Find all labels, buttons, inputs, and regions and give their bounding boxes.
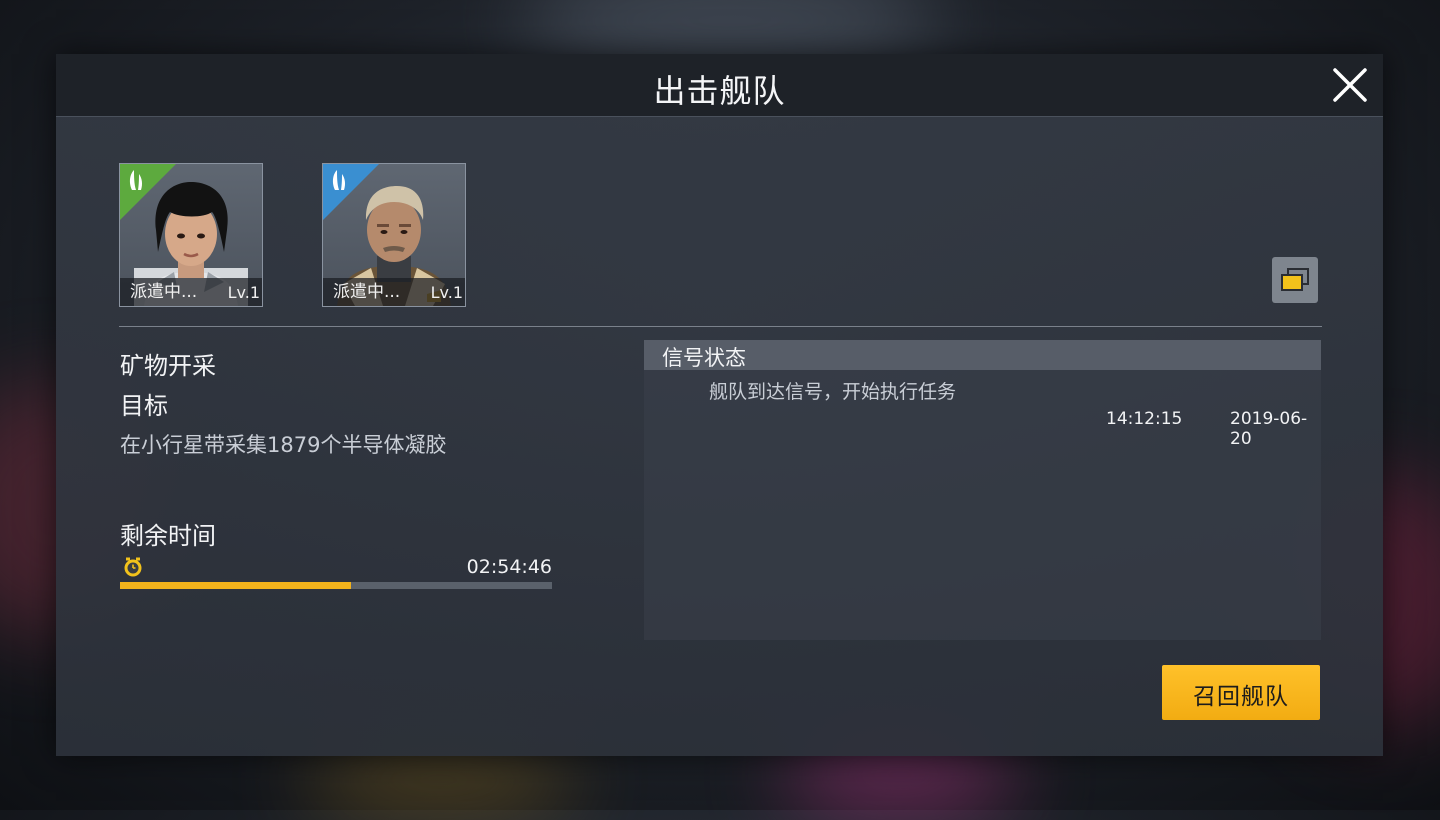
section-divider <box>119 326 1322 327</box>
mission-progress-fill <box>120 582 352 589</box>
signal-log-time: 14:12:15 <box>1106 409 1183 429</box>
signal-status-title: 信号状态 <box>662 346 746 370</box>
hero-level: Lv.1 <box>227 283 260 302</box>
dialog-title: 出击舰队 <box>653 72 786 110</box>
goal-text: 在小行星带采集1879个半导体凝胶 <box>120 433 447 457</box>
remaining-time-label: 剩余时间 <box>120 522 216 550</box>
recall-fleet-button[interactable]: 召回舰队 <box>1162 665 1320 720</box>
hero-level: Lv.1 <box>430 283 463 302</box>
dialog-title-bar: 出击舰队 <box>56 54 1383 117</box>
close-button[interactable] <box>1331 66 1369 104</box>
remaining-time-value: 02:54:46 <box>466 556 552 578</box>
close-icon <box>1333 68 1367 102</box>
signal-log-date: 2019-06-20 <box>1230 409 1308 449</box>
clock-icon <box>124 557 142 577</box>
hero-card[interactable]: 派遣中... Lv.1 <box>119 163 263 307</box>
mission-progress-bar <box>120 582 552 589</box>
signal-status-header: 信号状态 <box>644 340 1321 370</box>
goal-label: 目标 <box>120 392 168 420</box>
mission-name: 矿物开采 <box>120 352 216 380</box>
signal-log-message: 舰队到达信号，开始执行任务 <box>709 381 957 403</box>
recall-fleet-label: 召回舰队 <box>1193 684 1289 710</box>
hero-status: 派遣中... <box>130 282 198 302</box>
hero-status: 派遣中... <box>333 282 401 302</box>
hero-card[interactable]: 派遣中... Lv.1 <box>322 163 466 307</box>
switch-view-button[interactable] <box>1272 257 1318 303</box>
switch-view-icon <box>1281 268 1309 291</box>
fleet-dispatch-dialog: 出击舰队 派遣中... Lv.1 派遣中... Lv.1 矿物开采 目标 在小行… <box>56 54 1383 756</box>
signal-status-panel: 信号状态 舰队到达信号，开始执行任务 14:12:15 2019-06-20 <box>644 340 1321 640</box>
